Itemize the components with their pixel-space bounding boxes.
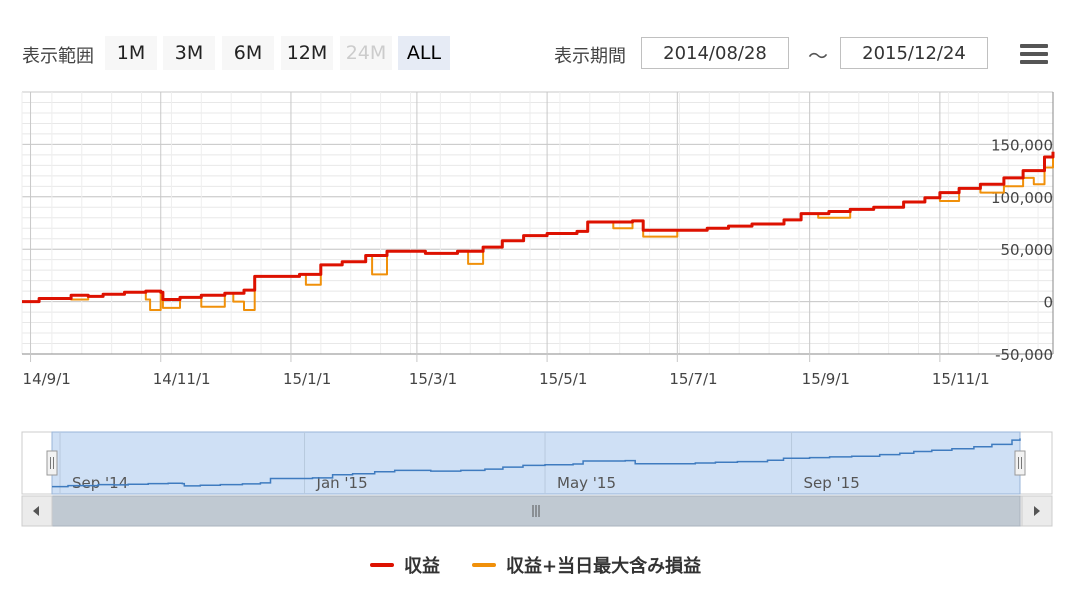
navigator[interactable]: Sep '14 Jan '15 May '15 Sep '15 xyxy=(21,431,1053,527)
y-tick-label: 150,000 xyxy=(991,136,1053,154)
y-tick-label: 0 xyxy=(1043,294,1053,312)
x-tick-label: 15/9/1 xyxy=(802,370,850,388)
navigator-x-label: Sep '14 xyxy=(72,474,128,492)
x-tick-label: 15/5/1 xyxy=(539,370,587,388)
x-tick-label: 15/3/1 xyxy=(409,370,457,388)
navigator-handle-right[interactable] xyxy=(1014,450,1026,476)
chart-area: 150,000 100,000 50,000 0 -50,000 14/9/1 14/11… xyxy=(21,91,1055,527)
x-tick-label: 14/9/1 xyxy=(23,370,71,388)
plot-background xyxy=(22,92,1053,354)
legend-swatch-profit-with-loss xyxy=(472,563,496,567)
legend-label-profit: 収益 xyxy=(404,556,440,577)
navigator-x-label: May '15 xyxy=(557,474,616,492)
navigator-x-label: Sep '15 xyxy=(804,474,860,492)
y-tick-label: -50,000 xyxy=(995,346,1053,364)
x-tick-label: 15/1/1 xyxy=(283,370,331,388)
navigator-selection xyxy=(51,431,1021,495)
legend-swatch-profit xyxy=(370,563,394,567)
navigator-handle-left[interactable] xyxy=(46,450,58,476)
y-tick-label: 50,000 xyxy=(1001,241,1054,259)
x-tick-label: 14/11/1 xyxy=(153,370,211,388)
x-tick-label: 15/7/1 xyxy=(669,370,717,388)
x-tick-label: 15/11/1 xyxy=(932,370,990,388)
legend: 収益 収益+当日最大含み損益 xyxy=(0,552,1080,578)
y-tick-label: 100,000 xyxy=(991,189,1053,207)
legend-label-profit-with-loss: 収益+当日最大含み損益 xyxy=(506,556,702,577)
navigator-x-label: Jan '15 xyxy=(316,474,368,492)
plot-grid xyxy=(21,91,1054,355)
